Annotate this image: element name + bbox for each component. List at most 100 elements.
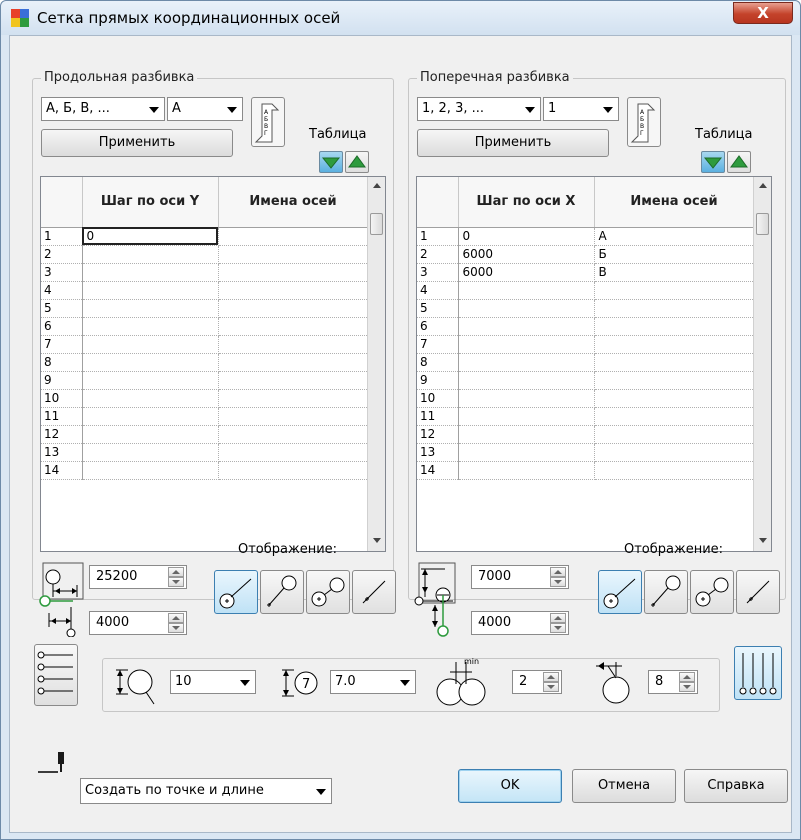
axis-name-cell[interactable] <box>218 371 369 390</box>
table-row[interactable]: 9 <box>417 371 755 390</box>
min-spacing-spinner[interactable]: 2 <box>512 670 562 694</box>
axis-name-cell[interactable]: В <box>594 263 755 282</box>
left-start-combo[interactable]: А <box>167 97 243 121</box>
step-cell[interactable] <box>458 317 595 336</box>
right-display-no-bubble-button[interactable] <box>736 570 780 614</box>
right-display-bubble-start-button[interactable] <box>598 570 642 614</box>
spin-down-button[interactable] <box>679 682 695 692</box>
step-cell[interactable] <box>458 335 595 354</box>
step-cell[interactable] <box>458 389 595 408</box>
right-table-down-button[interactable] <box>701 151 725 173</box>
ok-button[interactable]: OK <box>458 769 562 803</box>
step-cell[interactable]: 6000 <box>458 263 595 282</box>
left-table-down-button[interactable] <box>319 151 343 173</box>
close-button[interactable]: X <box>733 2 793 24</box>
table-row[interactable]: 8 <box>417 353 755 372</box>
step-cell[interactable] <box>458 425 595 444</box>
axis-name-cell[interactable] <box>594 389 755 408</box>
table-row[interactable]: 9 <box>41 371 369 390</box>
table-row[interactable]: 10 <box>417 389 755 408</box>
step-cell[interactable]: 0 <box>82 227 219 246</box>
scroll-down-icon[interactable] <box>373 538 381 543</box>
table-row[interactable]: 5 <box>41 299 369 318</box>
table-row[interactable]: 7 <box>417 335 755 354</box>
spin-up-button[interactable] <box>550 567 566 577</box>
axis-name-cell[interactable] <box>218 281 369 300</box>
left-offset-spinner[interactable]: 4000 <box>89 611 187 635</box>
axis-name-cell[interactable] <box>594 443 755 462</box>
axis-name-cell[interactable] <box>218 335 369 354</box>
axis-name-cell[interactable] <box>218 227 369 246</box>
creation-mode-combo[interactable]: Создать по точке и длине <box>80 778 332 804</box>
scroll-down-icon[interactable] <box>759 538 767 543</box>
table-row[interactable]: 14 <box>417 461 755 480</box>
table-row[interactable]: 4 <box>417 281 755 300</box>
right-table-scrollbar[interactable] <box>753 177 771 551</box>
spin-up-button[interactable] <box>168 613 184 623</box>
step-cell[interactable] <box>82 335 219 354</box>
spin-up-button[interactable] <box>168 567 184 577</box>
axis-name-cell[interactable] <box>218 461 369 480</box>
left-display-no-bubble-button[interactable] <box>352 570 396 614</box>
step-cell[interactable]: 6000 <box>458 245 595 264</box>
left-axis-table[interactable]: Шаг по оси Y Имена осей 1 0 2 3 4 5 6 7 8 9 10 11 12… <box>40 176 386 552</box>
left-scheme-combo[interactable]: А, Б, В, ... <box>41 97 165 121</box>
axis-name-cell[interactable] <box>594 299 755 318</box>
bubble-count-spinner[interactable]: 8 <box>648 670 698 694</box>
text-size-combo[interactable]: 7.0 <box>330 670 416 694</box>
left-sort-button[interactable]: А Б В Г <box>251 97 285 147</box>
step-cell[interactable] <box>82 371 219 390</box>
step-column-header[interactable]: Шаг по оси X <box>458 177 595 228</box>
step-cell[interactable] <box>82 425 219 444</box>
right-offset-spinner[interactable]: 4000 <box>471 611 569 635</box>
table-row[interactable]: 10 <box>41 227 369 246</box>
table-row[interactable]: 11 <box>41 407 369 426</box>
left-axis-length-spinner[interactable]: 25200 <box>89 565 187 589</box>
right-display-bubble-end-button[interactable] <box>644 570 688 614</box>
spin-up-button[interactable] <box>550 613 566 623</box>
axis-name-cell[interactable] <box>594 281 755 300</box>
axis-name-cell[interactable] <box>594 407 755 426</box>
scroll-thumb[interactable] <box>370 213 383 235</box>
table-row[interactable]: 10 <box>41 389 369 408</box>
right-apply-button[interactable]: Применить <box>417 129 609 157</box>
step-cell[interactable] <box>82 317 219 336</box>
step-cell[interactable] <box>82 245 219 264</box>
right-axis-length-spinner[interactable]: 7000 <box>471 565 569 589</box>
left-apply-button[interactable]: Применить <box>41 129 233 157</box>
circle-size-combo[interactable]: 10 <box>170 670 256 694</box>
table-row[interactable]: 2 <box>41 245 369 264</box>
right-scheme-combo[interactable]: 1, 2, 3, ... <box>417 97 541 121</box>
axis-name-cell[interactable] <box>594 371 755 390</box>
axis-name-cell[interactable] <box>218 317 369 336</box>
left-table-scrollbar[interactable] <box>367 177 385 551</box>
table-row[interactable]: 12 <box>41 425 369 444</box>
step-cell[interactable] <box>82 407 219 426</box>
left-table-up-button[interactable] <box>345 151 369 173</box>
axis-name-cell[interactable]: А <box>594 227 755 246</box>
step-column-header[interactable]: Шаг по оси Y <box>82 177 219 228</box>
spin-down-button[interactable] <box>168 623 184 633</box>
axis-bubbles-bottom-button[interactable] <box>734 646 782 700</box>
axis-name-cell[interactable] <box>218 425 369 444</box>
scroll-thumb[interactable] <box>756 213 769 235</box>
spin-down-button[interactable] <box>550 623 566 633</box>
axis-name-cell[interactable] <box>218 353 369 372</box>
spin-up-button[interactable] <box>543 672 559 682</box>
axis-name-cell[interactable] <box>594 425 755 444</box>
left-display-bubble-start-button[interactable] <box>214 570 258 614</box>
step-cell[interactable] <box>458 461 595 480</box>
help-button[interactable]: Справка <box>684 769 788 803</box>
axis-name-cell[interactable] <box>218 407 369 426</box>
axis-name-cell[interactable] <box>594 317 755 336</box>
step-cell[interactable] <box>82 263 219 282</box>
table-row[interactable]: 14 <box>41 461 369 480</box>
table-row[interactable]: 10А <box>417 227 755 246</box>
right-axis-table[interactable]: Шаг по оси X Имена осей 1 0 А 2 6000 Б 3 6000 В 4… <box>416 176 772 552</box>
names-column-header[interactable]: Имена осей <box>594 177 755 228</box>
spin-down-button[interactable] <box>168 577 184 587</box>
step-cell[interactable] <box>82 299 219 318</box>
table-row[interactable]: 6 <box>417 317 755 336</box>
table-row[interactable]: 3 <box>41 263 369 282</box>
table-row[interactable]: 13 <box>417 443 755 462</box>
